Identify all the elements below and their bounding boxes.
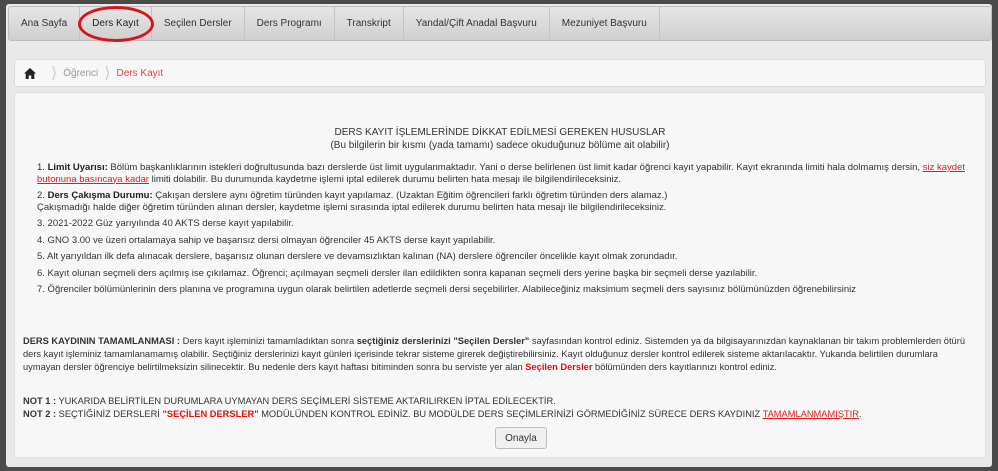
- note-1: NOT 1 : YUKARIDA BELİRTİLEN DURUMLARA UY…: [23, 395, 978, 408]
- rule-number: 1.: [37, 162, 45, 173]
- breadcrumb-student[interactable]: Öğrenci: [63, 68, 98, 79]
- nav-minor-double-major[interactable]: Yandal/Çift Anadal Başvuru: [404, 7, 550, 40]
- rule-text: Çakışan derslere aynı öğretim türünden k…: [152, 190, 668, 201]
- rule-text: Bölüm başkanlıklarının istekleri doğrult…: [107, 162, 923, 173]
- completion-text: Ders kayıt işleminizi tamamladıktan sonr…: [180, 336, 357, 346]
- rule-6: 6. Kayıt olunan seçmeli ders açılmış ise…: [37, 267, 758, 279]
- rule-7: 7. Öğrenciler bölümünlerinin ders planın…: [37, 284, 856, 295]
- completion-label: DERS KAYDININ TAMAMLANMASI :: [23, 336, 181, 346]
- note-label: NOT 1 :: [23, 396, 57, 406]
- notes: NOT 1 : YUKARIDA BELİRTİLEN DURUMLARA UY…: [23, 395, 978, 421]
- completion-text: bölümünden ders kayıtlarınızı kontrol ed…: [592, 362, 777, 372]
- registration-info-panel: DERS KAYIT İŞLEMLERİNDE DİKKAT EDİLMESİ …: [14, 92, 986, 458]
- nav-course-registration[interactable]: Ders Kayıt: [80, 7, 152, 40]
- nav-transcript[interactable]: Transkript: [335, 7, 404, 40]
- nav-course-schedule[interactable]: Ders Programı: [245, 7, 335, 40]
- breadcrumb-separator: ⟩: [51, 65, 58, 82]
- rule-3: 3. 2021-2022 Güz yarıyılında 40 AKTS der…: [37, 218, 294, 229]
- notice-heading: DERS KAYIT İŞLEMLERİNDE DİKKAT EDİLMESİ …: [15, 126, 985, 152]
- not-completed-link: TAMAMLANMAMIŞTIR: [762, 409, 860, 419]
- notice-subtitle: (Bu bilgilerin bir kısmı (yada tamamı) s…: [330, 140, 670, 151]
- breadcrumb: ⟩ Öğrenci ⟩ Ders Kayıt: [14, 59, 986, 87]
- rule-text: limiti dolabilir. Bu durumunda kaydetme …: [148, 173, 622, 185]
- rule-2: 2. Ders Çakışma Durumu: Çakışan derslere…: [37, 190, 977, 213]
- rules-list: 1. Limit Uyarısı: Bölüm başkanlıklarının…: [37, 162, 977, 301]
- rule-label: Limit Uyarısı:: [47, 162, 108, 173]
- selected-courses-link: Seçilen Dersler: [525, 362, 593, 372]
- completion-bold: seçtiğiniz derslerinizi "Seçilen Dersler…: [356, 336, 530, 346]
- note-text: MODÜLÜNDEN KONTROL EDİNİZ. BU MODÜLDE DE…: [258, 409, 763, 419]
- home-icon[interactable]: [15, 67, 45, 79]
- note-label: NOT 2 :: [23, 409, 57, 419]
- note-2: NOT 2 : SEÇTİĞİNİZ DERSLERİ "SEÇİLEN DER…: [23, 408, 978, 421]
- note-text: YUKARIDA BELİRTİLEN DURUMLARA UYMAYAN DE…: [56, 396, 556, 406]
- completion-paragraph: DERS KAYDININ TAMAMLANMASI : Ders kayıt …: [23, 335, 978, 374]
- rule-4: 4. GNO 3.00 ve üzeri ortalamaya sahip ve…: [37, 234, 496, 246]
- rule-label: Ders Çakışma Durumu:: [47, 190, 153, 201]
- rule-5: 5. Alt yarıyıldan ilk defa alınacak ders…: [37, 251, 678, 262]
- rule-number: 2.: [37, 190, 45, 201]
- top-navigation: Ana Sayfa Ders Kayıt Seçilen Dersler Der…: [8, 6, 992, 41]
- note-text: SEÇTİĞİNİZ DERSLERİ: [56, 409, 163, 419]
- breadcrumb-separator: ⟩: [104, 65, 111, 82]
- rule-1: 1. Limit Uyarısı: Bölüm başkanlıklarının…: [37, 162, 977, 185]
- notice-title: DERS KAYIT İŞLEMLERİNDE DİKKAT EDİLMESİ …: [334, 127, 666, 138]
- confirm-button[interactable]: Onayla: [495, 427, 547, 449]
- breadcrumb-current: Ders Kayıt: [116, 67, 164, 79]
- note-text: .: [859, 409, 862, 419]
- rule-text: Çakışmadığı halde diğer öğretim türünden…: [37, 201, 667, 213]
- nav-graduation-application[interactable]: Mezuniyet Başvuru: [550, 7, 660, 40]
- note-red-text: "SEÇİLEN DERSLER": [162, 409, 259, 419]
- nav-selected-courses[interactable]: Seçilen Dersler: [152, 7, 245, 40]
- nav-home[interactable]: Ana Sayfa: [9, 7, 81, 40]
